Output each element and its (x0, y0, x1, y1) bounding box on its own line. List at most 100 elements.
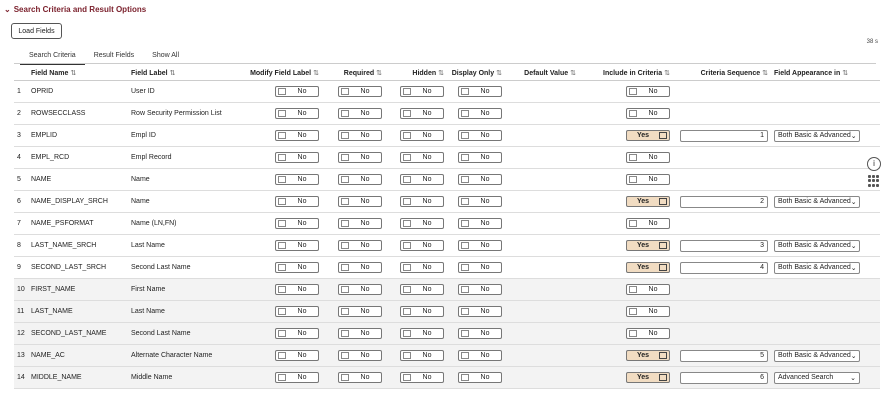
modify-field-label-toggle[interactable]: No (275, 152, 319, 163)
hidden-toggle[interactable]: No (400, 262, 444, 273)
modify-field-label-toggle[interactable]: No (275, 218, 319, 229)
include-in-criteria-toggle[interactable]: Yes (626, 372, 670, 383)
criteria-sequence-input[interactable]: 6 (680, 371, 768, 384)
include-in-criteria-toggle[interactable]: No (626, 152, 670, 163)
col-hidden[interactable]: Hidden ⇅ (385, 66, 447, 81)
modify-field-label-toggle[interactable]: No (275, 262, 319, 273)
include-in-criteria-toggle[interactable]: Yes (626, 240, 670, 251)
display-only-toggle[interactable]: No (458, 108, 502, 119)
display-only-toggle[interactable]: No (458, 196, 502, 207)
include-in-criteria-toggle[interactable]: No (626, 86, 670, 97)
criteria-sequence-input[interactable]: 1 (680, 129, 768, 142)
include-in-criteria-toggle[interactable]: Yes (626, 196, 670, 207)
include-in-criteria-toggle[interactable]: No (626, 328, 670, 339)
default-value (505, 146, 579, 169)
display-only-toggle[interactable]: No (458, 284, 502, 295)
hidden-toggle[interactable]: No (400, 328, 444, 339)
include-in-criteria-toggle[interactable]: No (626, 306, 670, 317)
col-default-value[interactable]: Default Value ⇅ (505, 66, 579, 81)
include-in-criteria-toggle[interactable]: No (626, 284, 670, 295)
display-only-toggle[interactable]: No (458, 152, 502, 163)
field-appearance-select[interactable]: Both Basic & Advanced ⌄ (774, 129, 860, 142)
field-appearance-select[interactable]: Advanced Search ⌄ (774, 371, 860, 384)
display-only-toggle[interactable]: No (458, 240, 502, 251)
display-only-toggle[interactable]: No (458, 86, 502, 97)
display-only-toggle[interactable]: No (458, 218, 502, 229)
required-toggle[interactable]: No (338, 174, 382, 185)
display-only-toggle[interactable]: No (458, 350, 502, 361)
include-in-criteria-toggle[interactable]: No (626, 108, 670, 119)
col-required[interactable]: Required ⇅ (322, 66, 385, 81)
modify-field-label-toggle[interactable]: No (275, 350, 319, 361)
field-appearance-select[interactable]: Both Basic & Advanced ⌄ (774, 261, 860, 274)
hidden-toggle[interactable]: No (400, 218, 444, 229)
display-only-toggle[interactable]: No (458, 130, 502, 141)
modify-field-label-toggle[interactable]: No (275, 196, 319, 207)
modify-field-label-toggle[interactable]: No (275, 86, 319, 97)
modify-field-label-toggle[interactable]: No (275, 130, 319, 141)
required-toggle[interactable]: No (338, 240, 382, 251)
required-toggle[interactable]: No (338, 262, 382, 273)
required-toggle[interactable]: No (338, 284, 382, 295)
col-field-label[interactable]: Field Label ⇅ (128, 66, 246, 81)
display-only-toggle[interactable]: No (458, 328, 502, 339)
criteria-sequence-input[interactable]: 4 (680, 261, 768, 274)
required-toggle[interactable]: No (338, 350, 382, 361)
grid-menu-icon[interactable] (867, 175, 879, 187)
field-appearance-select[interactable]: Both Basic & Advanced ⌄ (774, 349, 860, 362)
required-toggle[interactable]: No (338, 152, 382, 163)
required-toggle[interactable]: No (338, 372, 382, 383)
hidden-toggle[interactable]: No (400, 306, 444, 317)
required-toggle[interactable]: No (338, 196, 382, 207)
col-include-criteria[interactable]: Include in Criteria ⇅ (579, 66, 673, 81)
hidden-toggle[interactable]: No (400, 372, 444, 383)
required-toggle[interactable]: No (338, 108, 382, 119)
include-in-criteria-toggle[interactable]: Yes (626, 350, 670, 361)
hidden-toggle[interactable]: No (400, 284, 444, 295)
modify-field-label-toggle[interactable]: No (275, 240, 319, 251)
info-icon[interactable]: i (867, 157, 881, 171)
required-toggle[interactable]: No (338, 218, 382, 229)
display-only-toggle[interactable]: No (458, 306, 502, 317)
display-only-toggle[interactable]: No (458, 372, 502, 383)
include-in-criteria-toggle[interactable]: No (626, 174, 670, 185)
hidden-toggle[interactable]: No (400, 174, 444, 185)
modify-field-label-toggle[interactable]: No (275, 108, 319, 119)
required-toggle[interactable]: No (338, 306, 382, 317)
table-row: 5 NAME Name No No No No No (14, 168, 880, 191)
hidden-toggle[interactable]: No (400, 130, 444, 141)
col-modify-label[interactable]: Modify Field Label ⇅ (246, 66, 322, 81)
criteria-sequence-input[interactable]: 3 (680, 239, 768, 252)
hidden-toggle[interactable]: No (400, 196, 444, 207)
modify-field-label-toggle[interactable]: No (275, 174, 319, 185)
field-appearance-select[interactable]: Both Basic & Advanced ⌄ (774, 239, 860, 252)
criteria-sequence-input[interactable]: 5 (680, 349, 768, 362)
modify-field-label-toggle[interactable]: No (275, 328, 319, 339)
criteria-sequence-input[interactable]: 2 (680, 195, 768, 208)
display-only-toggle[interactable]: No (458, 262, 502, 273)
include-in-criteria-toggle[interactable]: Yes (626, 262, 670, 273)
chevron-down-icon: ⌄ (850, 374, 856, 382)
col-field-name[interactable]: Field Name ⇅ (28, 66, 128, 81)
col-criteria-sequence[interactable]: Criteria Sequence ⇅ (673, 66, 771, 81)
field-appearance-select[interactable]: Both Basic & Advanced ⌄ (774, 195, 860, 208)
col-display-only[interactable]: Display Only ⇅ (447, 66, 505, 81)
section-header[interactable]: ⌄ Search Criteria and Result Options (4, 5, 146, 14)
required-toggle[interactable]: No (338, 328, 382, 339)
display-only-toggle[interactable]: No (458, 174, 502, 185)
hidden-toggle[interactable]: No (400, 86, 444, 97)
modify-field-label-toggle[interactable]: No (275, 372, 319, 383)
include-in-criteria-toggle[interactable]: Yes (626, 130, 670, 141)
col-field-appearance[interactable]: Field Appearance in ⇅ (771, 66, 880, 81)
checkbox-icon (659, 132, 667, 139)
hidden-toggle[interactable]: No (400, 108, 444, 119)
modify-field-label-toggle[interactable]: No (275, 284, 319, 295)
modify-field-label-toggle[interactable]: No (275, 306, 319, 317)
required-toggle[interactable]: No (338, 130, 382, 141)
required-toggle[interactable]: No (338, 86, 382, 97)
hidden-toggle[interactable]: No (400, 350, 444, 361)
hidden-toggle[interactable]: No (400, 240, 444, 251)
include-in-criteria-toggle[interactable]: No (626, 218, 670, 229)
hidden-toggle[interactable]: No (400, 152, 444, 163)
load-fields-button[interactable]: Load Fields (11, 23, 62, 39)
